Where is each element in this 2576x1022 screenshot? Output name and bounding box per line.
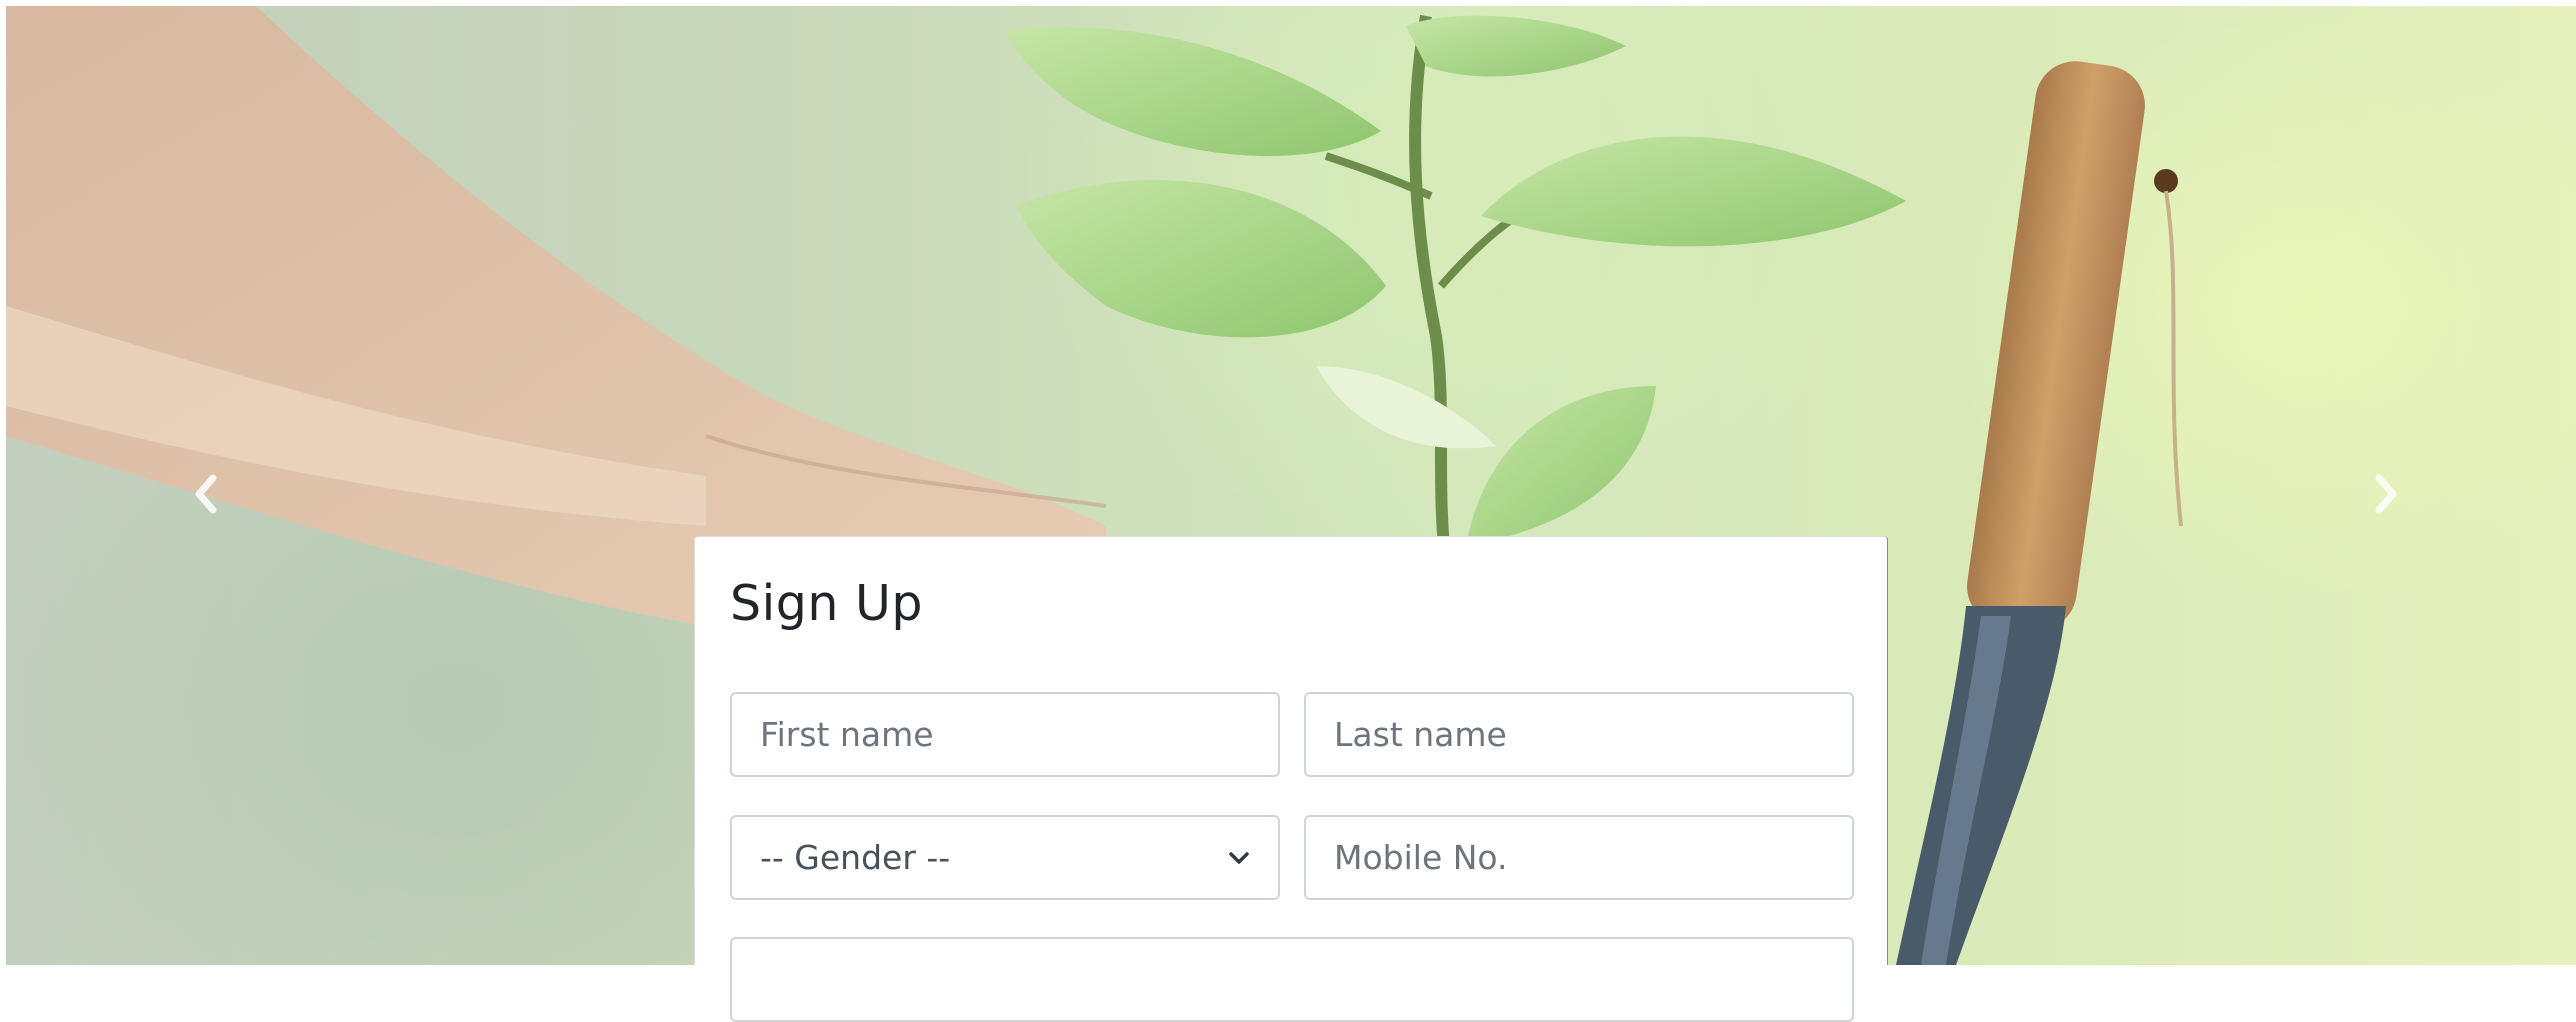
mobile-number-input[interactable] [1304, 815, 1854, 900]
last-name-input[interactable] [1304, 692, 1854, 777]
carousel-prev-button[interactable] [176, 464, 236, 524]
signup-card: Sign Up -- Gender -- [694, 536, 1888, 1022]
signup-title: Sign Up [730, 575, 923, 632]
chevron-down-icon [1229, 851, 1249, 864]
chevron-left-icon [195, 474, 217, 514]
first-name-input[interactable] [730, 692, 1280, 777]
gender-select[interactable]: -- Gender -- [730, 815, 1280, 900]
carousel-next-button[interactable] [2356, 464, 2416, 524]
next-form-field[interactable] [730, 937, 1854, 1022]
gender-select-value: -- Gender -- [760, 838, 951, 877]
chevron-right-icon [2375, 474, 2397, 514]
